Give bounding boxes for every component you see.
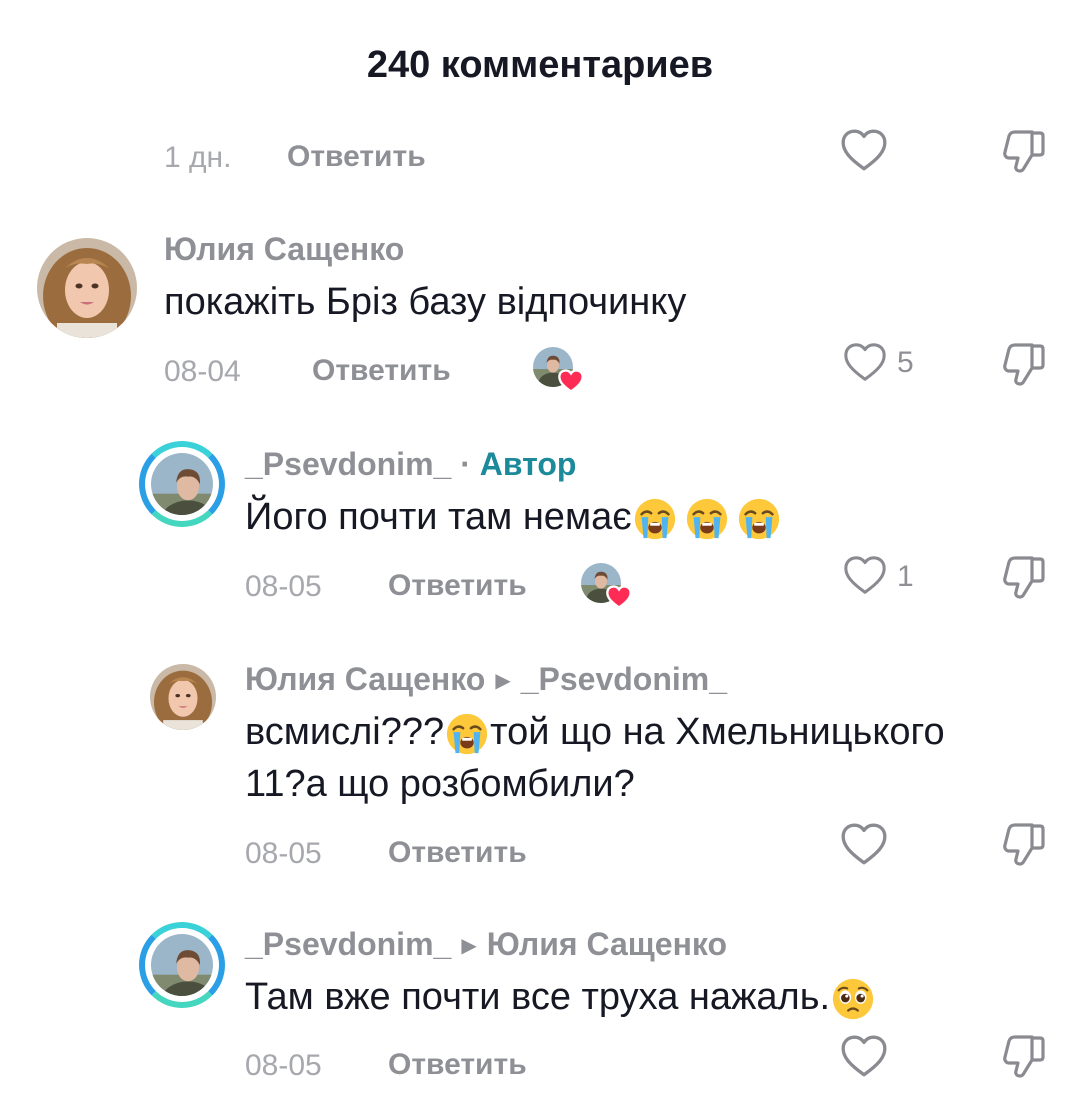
heart-outline-icon[interactable]: [839, 126, 889, 176]
avatar[interactable]: [150, 664, 216, 730]
comment-time: 08-05: [245, 837, 322, 870]
reply-button[interactable]: Ответить: [388, 836, 527, 870]
author-avatar[interactable]: [139, 441, 225, 527]
comment-time: 08-04: [164, 355, 241, 388]
heart-filled-icon: [605, 583, 633, 611]
comment-username: Юлия Сащенко ▶ _Psevdonim_: [245, 661, 727, 698]
author-avatar[interactable]: [139, 922, 225, 1008]
heart-outline-icon[interactable]: [839, 1032, 889, 1082]
separator: ·: [451, 446, 480, 482]
heart-filled-icon: [557, 367, 585, 395]
commenter-username[interactable]: Юлия Сащенко: [245, 661, 485, 697]
crying-emoji-icon: [632, 496, 678, 542]
reply-button[interactable]: Ответить: [287, 140, 426, 174]
comment-username: _Psevdonim_ ▶ Юлия Сащенко: [245, 926, 727, 963]
comment-text: покажіть Бріз базу відпочинку: [164, 281, 687, 323]
reply-button[interactable]: Ответить: [388, 1048, 527, 1082]
comment-text: Його почти там немає: [245, 491, 782, 543]
comment-time: 08-05: [245, 1049, 322, 1082]
thumb-down-outline-icon[interactable]: [1000, 127, 1048, 175]
crying-emoji-icon: [684, 496, 730, 542]
caret-right-icon: ▶: [461, 935, 477, 957]
like-count: 1: [897, 560, 914, 593]
like-count: 5: [897, 346, 914, 379]
author-tag: Автор: [479, 446, 577, 482]
comment-username: _Psevdonim_ · Автор: [245, 446, 576, 483]
reply-to-username[interactable]: Юлия Сащенко: [487, 926, 727, 962]
avatar-image: [151, 934, 213, 996]
avatar-image: [151, 453, 213, 515]
comment-username[interactable]: Юлия Сащенко: [164, 231, 404, 268]
crying-emoji-icon: [736, 496, 782, 542]
thumb-down-outline-icon[interactable]: [1000, 1032, 1048, 1080]
heart-outline-icon[interactable]: [839, 820, 889, 870]
avatar[interactable]: [37, 238, 137, 338]
pleading-face-emoji-icon: [830, 976, 876, 1022]
reply-button[interactable]: Ответить: [388, 569, 527, 603]
author-username[interactable]: _Psevdonim_: [245, 446, 451, 482]
heart-outline-icon[interactable]: [842, 553, 888, 599]
liked-by-creator-badge: [581, 563, 637, 609]
commenter-username[interactable]: _Psevdonim_: [245, 926, 451, 962]
reply-to-username[interactable]: _Psevdonim_: [521, 661, 727, 697]
heart-outline-icon[interactable]: [842, 340, 888, 386]
caret-right-icon: ▶: [495, 670, 511, 692]
comment-time: 08-05: [245, 570, 322, 603]
liked-by-creator-badge: [533, 347, 589, 393]
thumb-down-outline-icon[interactable]: [1000, 820, 1048, 868]
comment-text: всмислі??? той що на Хмельницького 11?а що…: [245, 711, 945, 805]
crying-emoji-icon: [444, 711, 490, 757]
comment-text: Там вже почти все труха нажаль.: [245, 971, 876, 1023]
comment-time: 1 дн.: [164, 141, 232, 174]
reply-button[interactable]: Ответить: [312, 354, 451, 388]
comments-count-title: 240 комментариев: [366, 44, 714, 86]
thumb-down-outline-icon[interactable]: [1000, 553, 1048, 601]
thumb-down-outline-icon[interactable]: [1000, 340, 1048, 388]
